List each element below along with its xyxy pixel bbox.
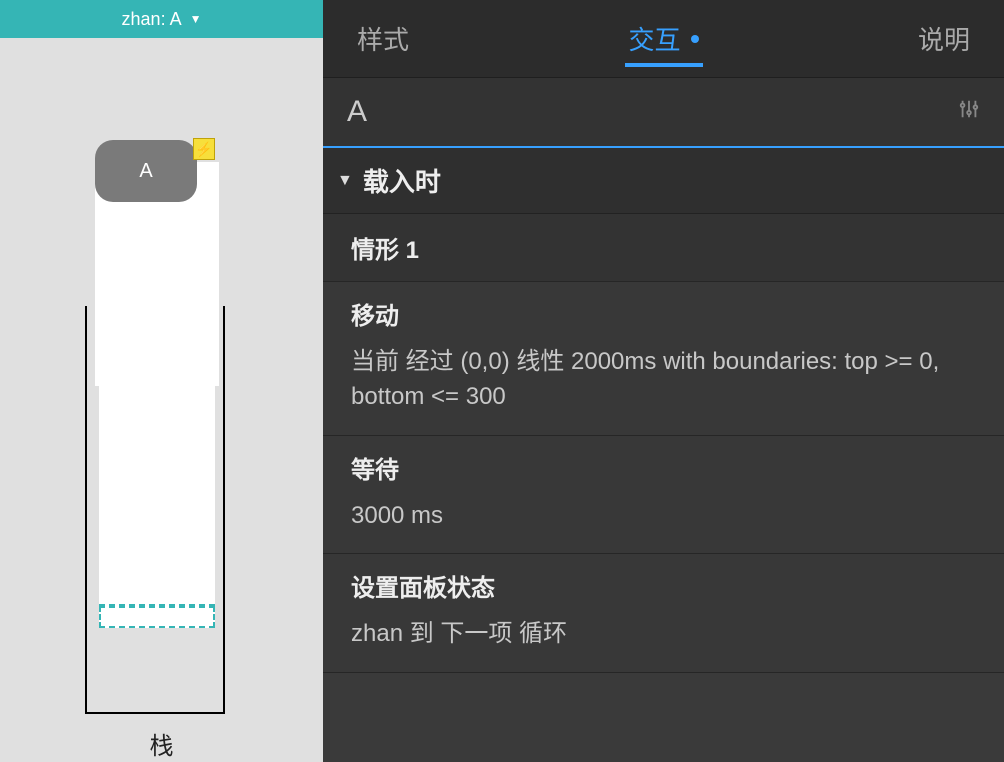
action-wait-detail: 3000 ms (351, 499, 976, 534)
tab-notes-label: 说明 (918, 20, 970, 57)
case-label: 情形 1 (351, 237, 419, 264)
action-wait[interactable]: 等待 3000 ms (323, 436, 1004, 555)
action-move-detail: 当前 经过 (0,0) 线性 2000ms with boundaries: t… (351, 345, 976, 415)
tab-interaction-label: 交互 (629, 20, 681, 57)
widget-pill-text: A (139, 160, 152, 183)
panel-name-label: 栈 (0, 726, 323, 761)
tab-bar: 样式 交互 说明 (323, 0, 1004, 78)
lightning-icon: ⚡ (195, 141, 212, 158)
event-title: 载入时 (363, 162, 441, 199)
active-indicator-dot-icon (691, 35, 699, 43)
action-set-panel-title: 设置面板状态 (351, 568, 976, 603)
event-onload[interactable]: ▼ 载入时 (323, 148, 1004, 214)
tab-notes[interactable]: 说明 (904, 0, 984, 77)
disclosure-triangle-icon: ▼ (337, 172, 353, 190)
sliders-icon[interactable] (958, 98, 980, 126)
case-row[interactable]: 情形 1 (323, 214, 1004, 282)
panel-state-label: zhan: A (122, 9, 182, 30)
action-wait-title: 等待 (351, 450, 976, 485)
action-set-panel-state[interactable]: 设置面板状态 zhan 到 下一项 循环 (323, 554, 1004, 673)
tab-style[interactable]: 样式 (343, 0, 423, 77)
guide-dashed-box (99, 606, 215, 628)
dynamic-panel-frame[interactable] (85, 306, 225, 714)
chevron-down-icon: ▼ (190, 12, 202, 26)
tab-interaction[interactable]: 交互 (615, 0, 713, 77)
canvas-body[interactable]: A ⚡ 栈 (0, 38, 323, 762)
action-move[interactable]: 移动 当前 经过 (0,0) 线性 2000ms with boundaries… (323, 282, 1004, 436)
tab-style-label: 样式 (357, 20, 409, 57)
inspector-panel: 样式 交互 说明 A ▼ 载入时 情形 1 (323, 0, 1004, 762)
canvas-panel: zhan: A ▼ A ⚡ 栈 (0, 0, 323, 762)
element-header: A (323, 78, 1004, 148)
widget-pill[interactable]: A (95, 140, 197, 202)
panel-state-dropdown[interactable]: zhan: A ▼ (0, 0, 323, 38)
action-move-title: 移动 (351, 296, 976, 331)
action-set-panel-detail: zhan 到 下一项 循环 (351, 617, 976, 652)
interaction-badge-icon[interactable]: ⚡ (193, 138, 215, 160)
panel-state-content (99, 306, 215, 628)
element-name: A (347, 95, 367, 129)
